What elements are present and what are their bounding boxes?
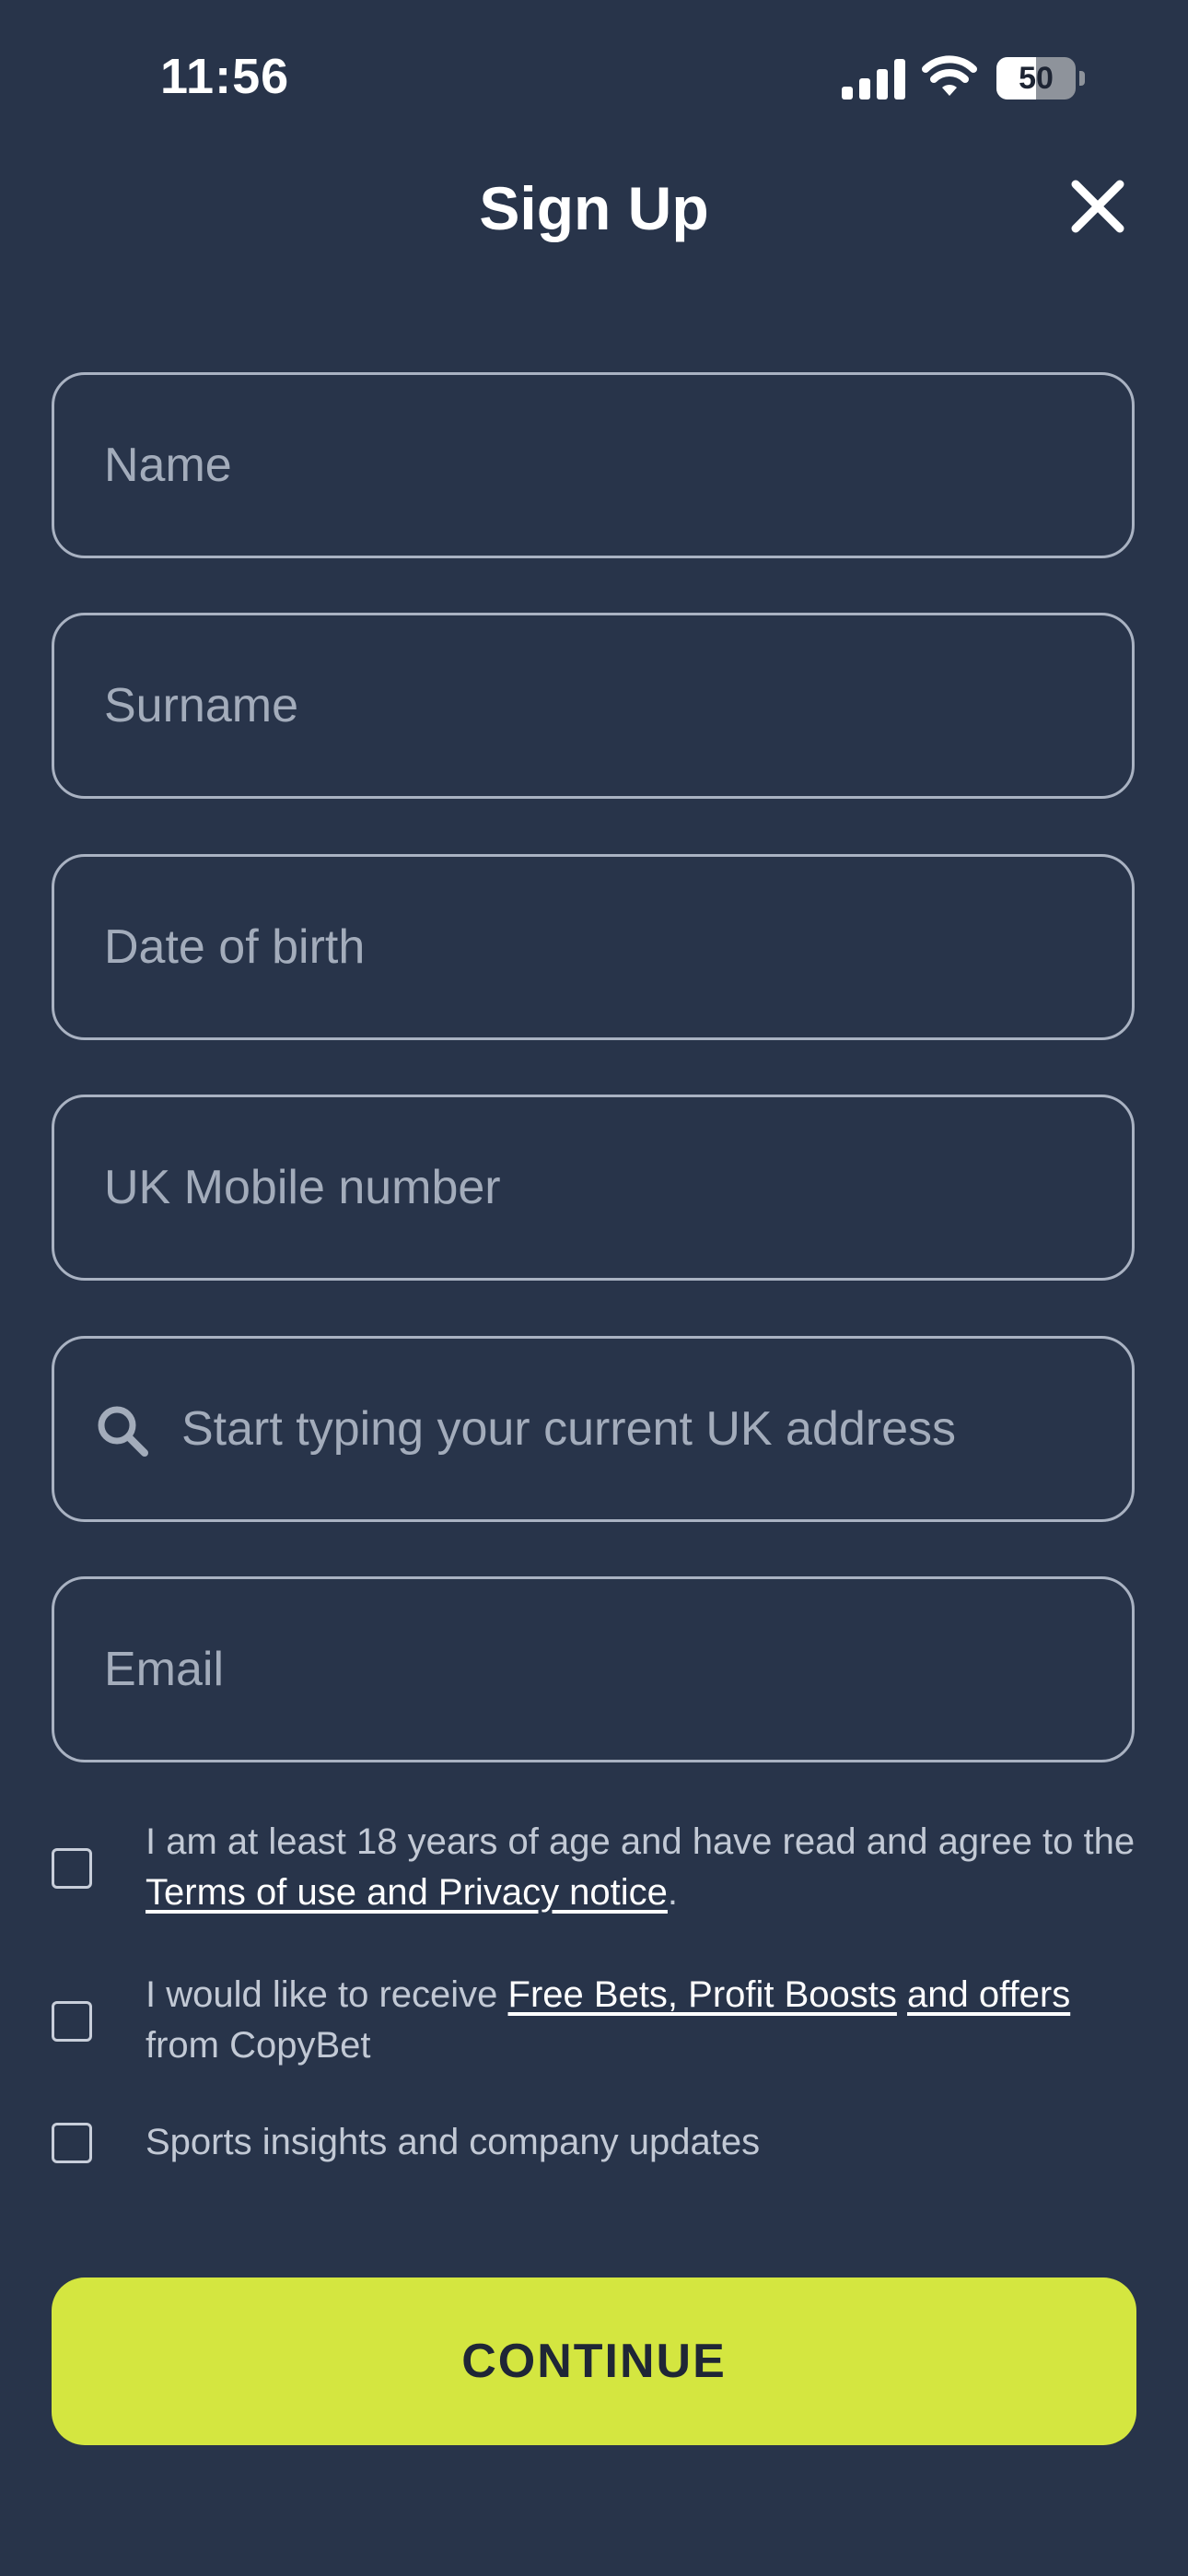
status-bar: 11:56 50	[0, 0, 1188, 147]
free-bets-profit-boosts-link[interactable]: Free Bets, Profit Boosts	[508, 1974, 897, 2015]
offers-consent-checkbox[interactable]	[52, 2001, 92, 2042]
status-time: 11:56	[160, 49, 290, 104]
wifi-icon	[922, 55, 977, 96]
offers-link[interactable]: and offers	[907, 1974, 1070, 2015]
offers-consent-from: from CopyBet	[146, 2025, 371, 2066]
battery-level: 50	[1019, 61, 1054, 96]
date-of-birth-field[interactable]	[52, 854, 1135, 1040]
age-consent-label: I am at least 18 years of age and have r…	[146, 1821, 1136, 1862]
name-field[interactable]	[52, 372, 1135, 558]
cellular-signal-icon	[842, 59, 905, 100]
terms-privacy-link[interactable]: Terms of use and Privacy notice	[146, 1872, 668, 1913]
header: Sign Up	[0, 157, 1188, 267]
surname-input[interactable]	[104, 615, 1080, 796]
offers-consent-label: I would like to receive	[146, 1974, 508, 2015]
mobile-number-input[interactable]	[104, 1097, 1080, 1278]
offers-consent-text: I would like to receive Free Bets, Profi…	[146, 1970, 1140, 2071]
email-input[interactable]	[104, 1579, 1080, 1760]
email-field[interactable]	[52, 1576, 1135, 1762]
battery-icon: 50	[996, 57, 1085, 101]
updates-consent-checkbox[interactable]	[52, 2123, 92, 2163]
continue-button[interactable]: CONTINUE	[52, 2277, 1136, 2445]
age-consent-period: .	[667, 1872, 679, 1913]
mobile-number-field[interactable]	[52, 1095, 1135, 1281]
address-field[interactable]	[52, 1336, 1135, 1522]
age-consent-text: I am at least 18 years of age and have r…	[146, 1817, 1140, 1918]
address-search-input[interactable]	[181, 1339, 1102, 1519]
surname-field[interactable]	[52, 613, 1135, 799]
page-title: Sign Up	[479, 174, 709, 242]
search-icon	[98, 1406, 148, 1457]
age-consent-checkbox[interactable]	[52, 1848, 92, 1889]
name-input[interactable]	[104, 375, 1080, 556]
close-icon[interactable]	[1068, 177, 1127, 236]
date-of-birth-input[interactable]	[104, 857, 1080, 1037]
updates-consent-text: Sports insights and company updates	[146, 2122, 761, 2162]
